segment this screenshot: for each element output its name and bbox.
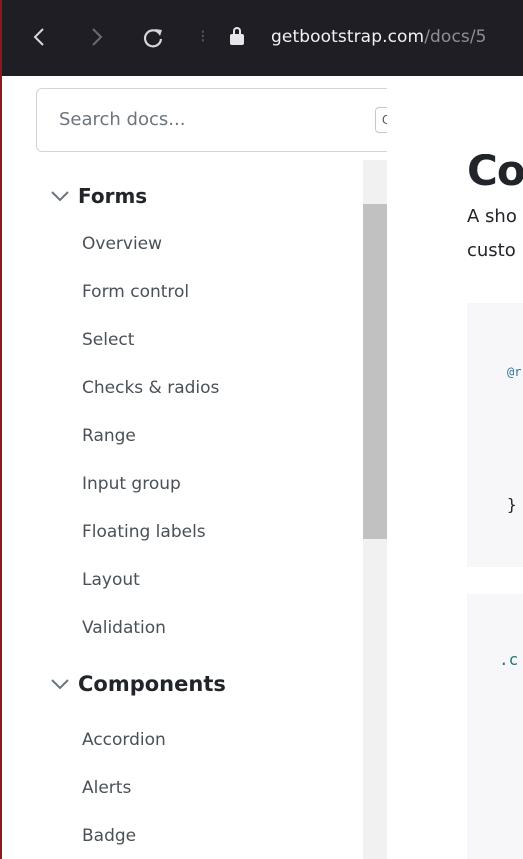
sidebar-item-layout[interactable]: Layout <box>82 570 140 590</box>
docs-page: Search docs... Ctrl + / Forms Overview F… <box>2 76 523 859</box>
sidebar-item-accordion[interactable]: Accordion <box>82 730 166 750</box>
code-token: } <box>507 495 517 514</box>
reload-icon[interactable] <box>142 27 164 52</box>
sidebar-item-validation[interactable]: Validation <box>82 618 166 638</box>
docs-sidebar: Forms Overview Form control Select Check… <box>2 160 386 859</box>
sidebar-item-form-control[interactable]: Form control <box>82 282 189 302</box>
code-token: @r <box>507 365 522 379</box>
sidebar-group-forms[interactable]: Forms <box>50 184 147 208</box>
code-block: .c <box>467 594 523 859</box>
sidebar-item-badge[interactable]: Badge <box>82 826 136 846</box>
chevron-left-icon[interactable] <box>32 27 46 50</box>
sidebar-scrollbar[interactable] <box>363 160 387 859</box>
url-path: /docs/5 <box>424 27 487 47</box>
url-host: getbootstrap.com <box>271 27 425 47</box>
chevron-right-icon[interactable] <box>90 27 104 50</box>
browser-toolbar: ⁝ getbootstrap.com/docs/5 <box>2 0 523 76</box>
lock-icon[interactable] <box>230 27 244 45</box>
sidebar-scrollbar-thumb[interactable] <box>363 204 387 539</box>
chevron-down-icon <box>50 189 72 203</box>
code-block: @r } <box>467 303 523 567</box>
sidebar-group-label: Components <box>78 672 226 696</box>
main-content: Co A sho custo @r } .c <box>387 76 523 859</box>
sidebar-item-select[interactable]: Select <box>82 330 134 350</box>
sidebar-group-label: Forms <box>78 184 148 208</box>
chevron-down-icon <box>50 677 72 691</box>
sidebar-item-range[interactable]: Range <box>82 426 136 446</box>
sidebar-item-checks-radios[interactable]: Checks & radios <box>82 378 219 398</box>
sidebar-group-components[interactable]: Components <box>50 672 226 696</box>
code-token: .c <box>499 650 519 669</box>
intro-paragraph-line-1: A sho <box>467 206 517 227</box>
sidebar-item-floating-labels[interactable]: Floating labels <box>82 522 206 542</box>
page-title: Co <box>467 146 523 195</box>
sidebar-item-input-group[interactable]: Input group <box>82 474 181 494</box>
address-bar-url[interactable]: getbootstrap.com/docs/5 <box>271 27 487 47</box>
sidebar-item-alerts[interactable]: Alerts <box>82 778 131 798</box>
intro-paragraph-line-2: custo <box>467 240 516 261</box>
search-placeholder: Search docs... <box>59 109 186 130</box>
toolbar-separator: ⁝ <box>200 26 206 47</box>
browser-window: ⁝ getbootstrap.com/docs/5 Search docs...… <box>0 0 523 859</box>
sidebar-item-overview[interactable]: Overview <box>82 234 162 254</box>
